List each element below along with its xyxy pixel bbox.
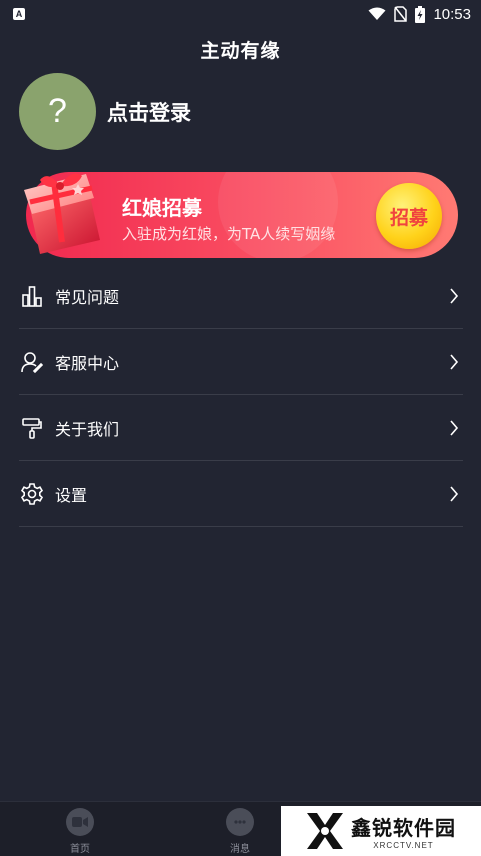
menu-item-label: 常见问题 [55,287,120,307]
page-title: 主动有缘 [200,40,281,62]
avatar[interactable]: ? [19,73,96,150]
wifi-icon [368,7,386,20]
menu-item-customer-service[interactable]: 客服中心 [19,329,463,395]
paint-roller-icon [20,416,44,440]
banner-title: 红娘招募 [122,196,202,220]
chevron-right-icon [450,353,459,370]
customer-service-icon [20,350,44,374]
watermark-text: 鑫锐软件园 XRCCTV.NET [351,812,456,850]
menu-item-label: 设置 [55,485,88,505]
video-icon [66,808,94,836]
menu-item-label: 关于我们 [55,419,120,439]
chart-bar-icon [20,284,44,308]
nav-tab-label: 消息 [230,844,250,855]
banner-decoration [218,172,338,258]
chevron-right-icon [450,419,459,436]
nav-tab-label: 首页 [70,844,90,855]
notification-a-icon: A [13,8,25,20]
battery-charging-icon [415,5,426,23]
avatar-placeholder-glyph: ? [48,92,67,130]
menu-item-label: 客服中心 [55,353,120,373]
chevron-right-icon [450,287,459,304]
gear-icon [20,482,44,506]
menu-list: 常见问题 客服中心 关于我们 设置 [19,263,463,527]
login-link[interactable]: 点击登录 [107,97,191,127]
watermark-name: 鑫锐软件园 [351,816,456,840]
status-bar: A 10:53 [0,0,481,28]
x-logo-icon [307,813,343,849]
watermark-domain: XRCCTV.NET [373,841,434,850]
nav-tab-messages[interactable]: 消息 [210,808,270,855]
recruit-button[interactable]: 招募 [376,183,442,249]
menu-item-about-us[interactable]: 关于我们 [19,395,463,461]
menu-item-settings[interactable]: 设置 [19,461,463,527]
no-sim-icon [394,6,408,22]
gift-box-icon [24,173,100,254]
chevron-right-icon [450,485,459,502]
chat-bubble-icon [226,808,254,836]
clock: 10:53 [433,5,471,23]
watermark: 鑫锐软件园 XRCCTV.NET [281,806,481,856]
status-icons: 10:53 [368,5,471,23]
nav-tab-home[interactable]: 首页 [50,808,110,855]
menu-item-faq[interactable]: 常见问题 [19,263,463,329]
banner-subtitle: 入驻成为红娘，为TA人续写姻缘 [122,225,336,243]
